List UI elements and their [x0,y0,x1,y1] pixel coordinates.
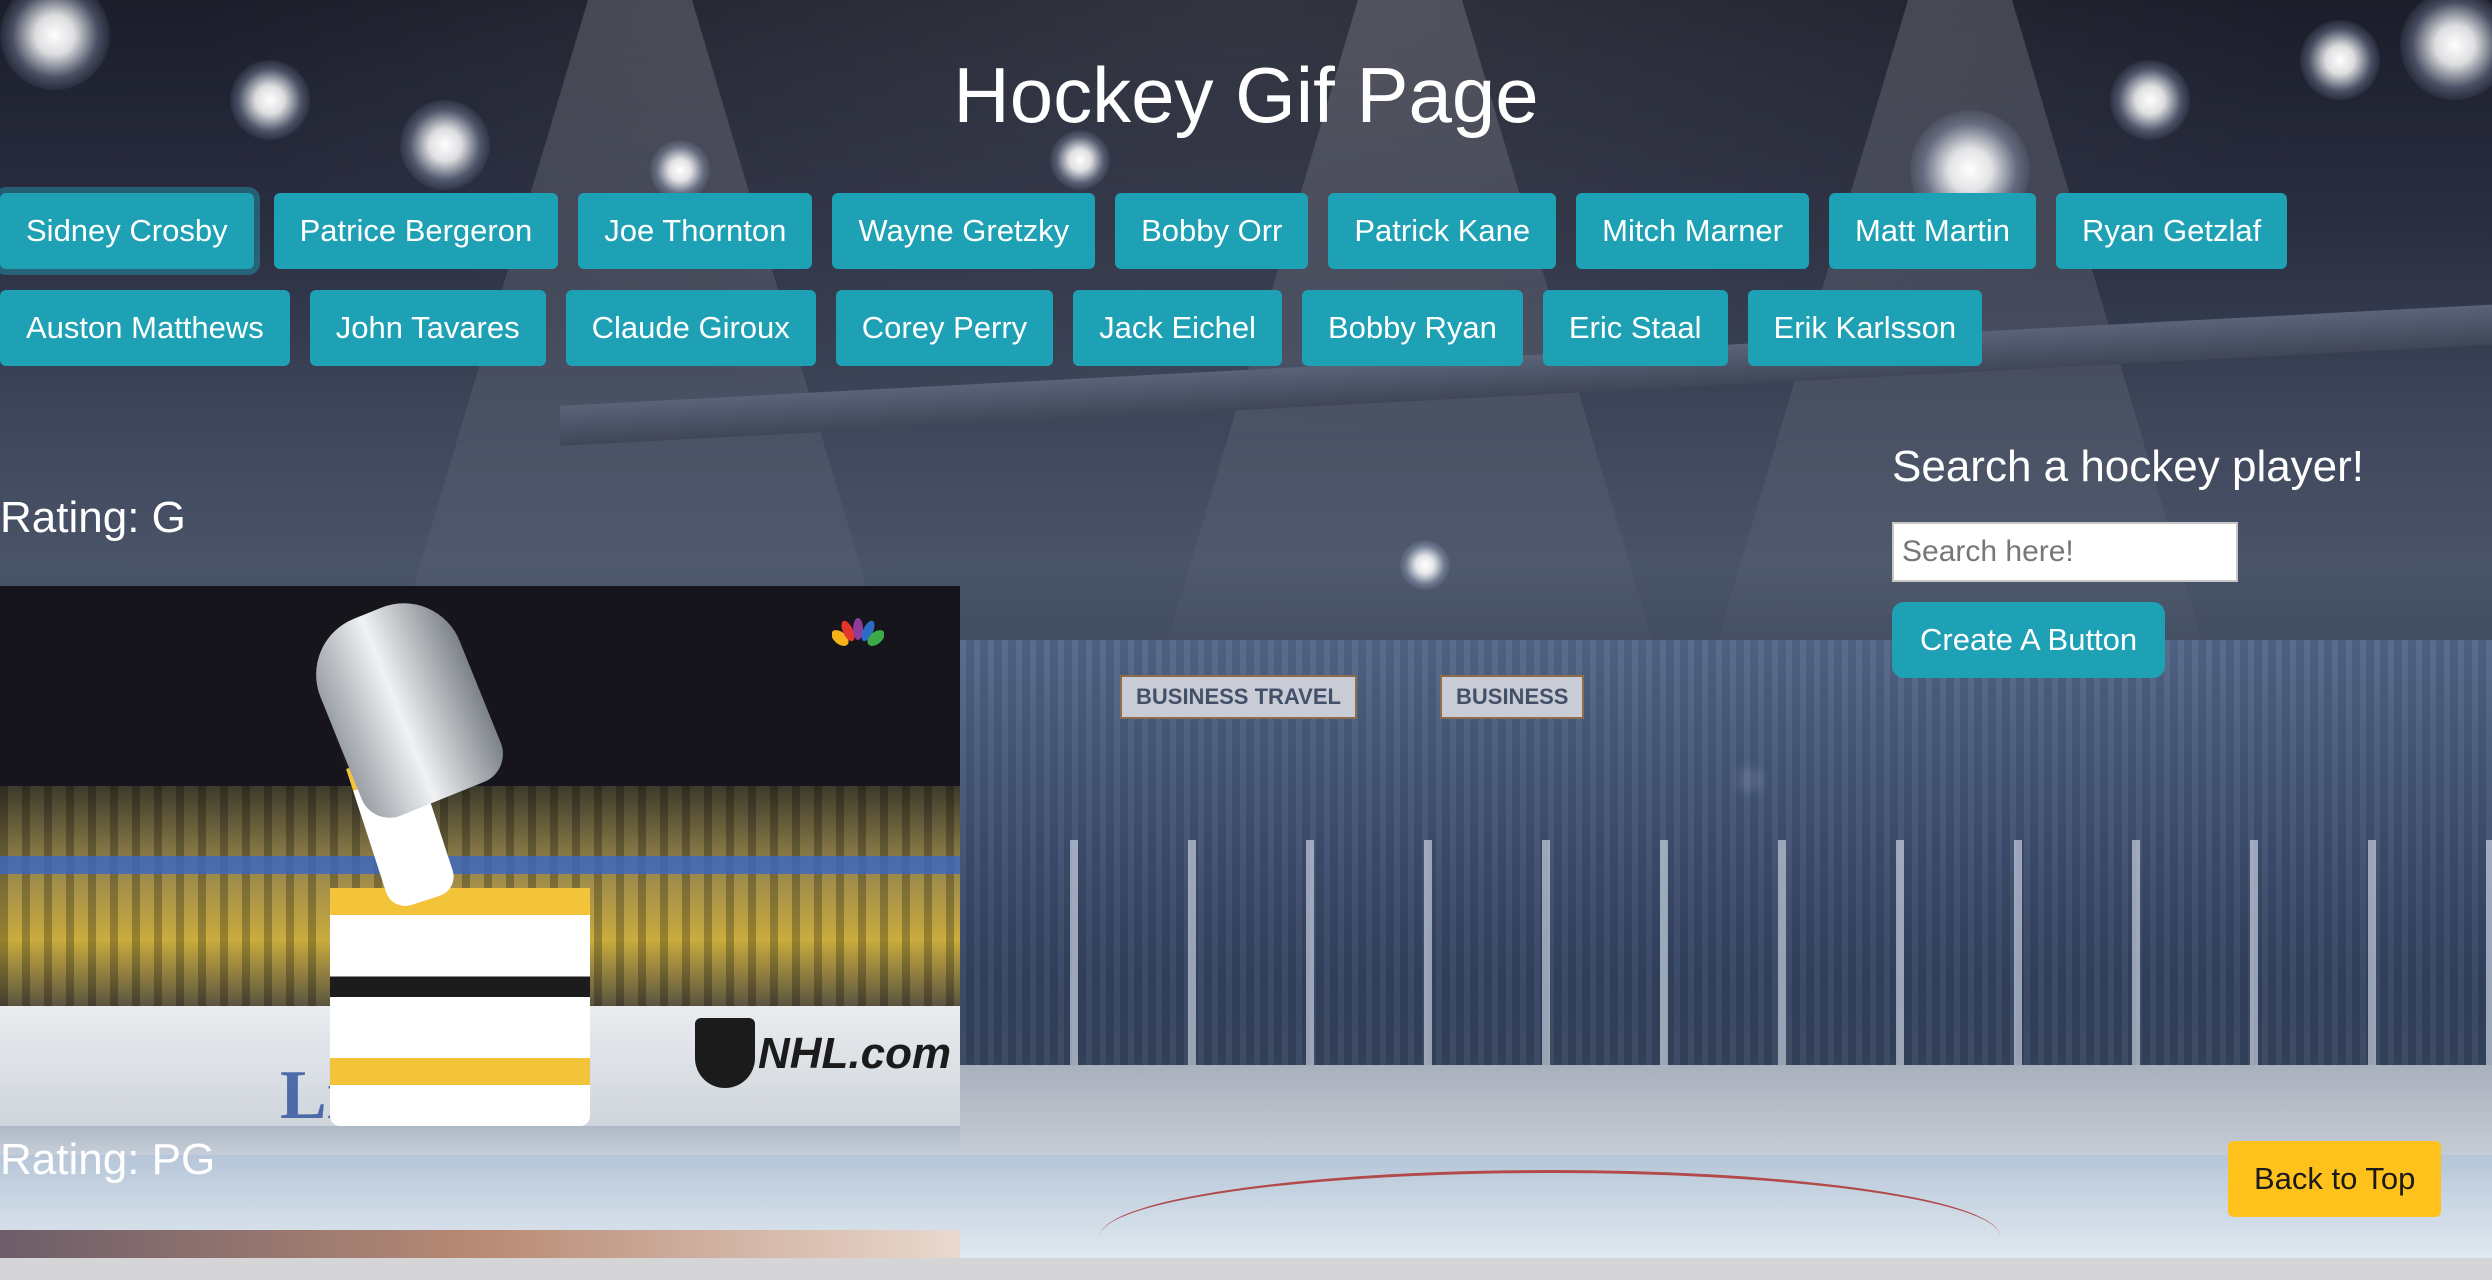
player-button[interactable]: Jack Eichel [1073,290,1282,366]
gif-rating: Rating: G [0,493,186,542]
player-button[interactable]: Eric Staal [1542,290,1728,366]
rink-glass [960,840,2492,1070]
search-heading: Search a hockey player! [1892,442,2365,491]
player-button[interactable]: Ryan Getzlaf [2056,193,2288,269]
player-button-row: Sidney Crosby Patrice Bergeron Joe Thorn… [0,193,2288,269]
player-button[interactable]: Patrice Bergeron [273,193,559,269]
player-button[interactable]: John Tavares [309,290,546,366]
nhl-shield-icon [695,1018,755,1088]
stadium-light [650,140,710,200]
player-button[interactable]: Corey Perry [835,290,1054,366]
player-button[interactable]: Auston Matthews [0,290,290,366]
page-bottom-edge [0,1258,2492,1280]
stadium-light [1400,540,1450,590]
hockey-gif[interactable] [0,1230,960,1258]
player-button[interactable]: Claude Giroux [565,290,816,366]
player-button[interactable]: Bobby Orr [1115,193,1309,269]
ad-board: BUSINESS TRAVEL [1120,675,1357,719]
search-input[interactable] [1892,522,2238,582]
nbc-peacock-icon [832,618,884,646]
player-button[interactable]: Matt Martin [1829,193,2037,269]
player-button[interactable]: Joe Thornton [578,193,813,269]
player-button[interactable]: Erik Karlsson [1747,290,1983,366]
back-to-top-button[interactable]: Back to Top [2228,1141,2442,1217]
hockey-gif[interactable]: Lids NHL.com [0,586,960,1126]
nhl-wordmark: NHL.com [758,1029,952,1078]
gif-rating: Rating: PG [0,1135,216,1184]
page-title: Hockey Gif Page [953,51,1539,139]
player-button[interactable]: Mitch Marner [1576,193,1809,269]
player-button[interactable]: Bobby Ryan [1301,290,1523,366]
create-button[interactable]: Create A Button [1892,602,2166,678]
player-button[interactable]: Patrick Kane [1328,193,1557,269]
player-button-row: Auston Matthews John Tavares Claude Giro… [0,290,1983,366]
ad-board: BUSINESS [1440,675,1585,719]
player-button[interactable]: Wayne Gretzky [832,193,1096,269]
player-button[interactable]: Sidney Crosby [0,193,254,269]
